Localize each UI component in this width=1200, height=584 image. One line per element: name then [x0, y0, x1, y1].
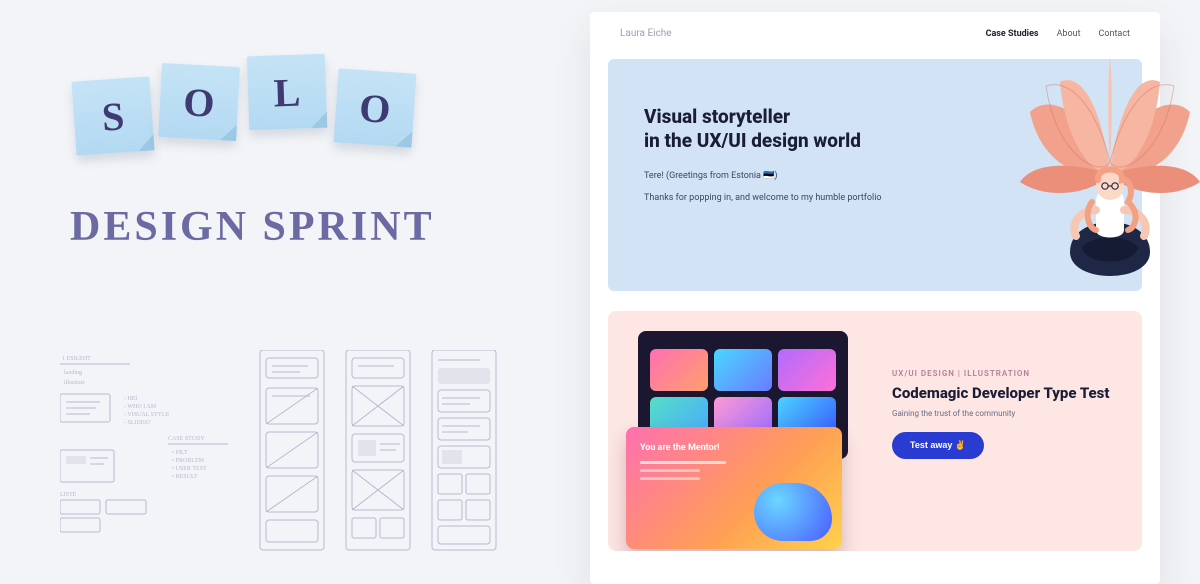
- nav-contact[interactable]: Contact: [1099, 29, 1130, 39]
- wireframe-sketches: 1 ESILEHT landing illustrate - HEl - WHO…: [60, 350, 520, 584]
- svg-text:- WHO I AM: - WHO I AM: [124, 404, 157, 410]
- svg-text:- SLIDES?: - SLIDES?: [124, 420, 151, 426]
- sticky-letter: L: [273, 68, 301, 116]
- avatar-tile: [650, 349, 708, 391]
- hero-title-line1: Visual storyteller: [644, 105, 790, 128]
- sticky-note-l: L: [247, 54, 328, 131]
- sticky-note-s: S: [72, 76, 155, 155]
- svg-text:landing: landing: [64, 370, 82, 376]
- brand-name[interactable]: Laura Eiche: [620, 28, 672, 39]
- design-sprint-title: Design Sprint: [70, 203, 540, 251]
- sticky-note-o2: O: [334, 68, 417, 147]
- svg-text:illustrate: illustrate: [64, 380, 85, 386]
- svg-text:- HEl: - HEl: [124, 396, 137, 402]
- sticky-note-row: S O L O: [70, 55, 540, 175]
- hero-section: Visual storyteller in the UX/UI design w…: [608, 59, 1142, 291]
- hero-welcome: Thanks for popping in, and welcome to my…: [644, 193, 1106, 203]
- nav-case-studies[interactable]: Case Studies: [986, 29, 1039, 39]
- hero-title-line2: in the UX/UI design world: [644, 129, 861, 152]
- nav: Case Studies About Contact: [986, 29, 1130, 39]
- topbar: Laura Eiche Case Studies About Contact: [590, 12, 1160, 39]
- solo-design-sprint-block: S O L O Design Sprint: [70, 55, 540, 251]
- portfolio-preview: Laura Eiche Case Studies About Contact V…: [590, 12, 1190, 584]
- case-study-text: UX/UI DESIGN | ILLUSTRATION Codemagic De…: [892, 335, 1118, 527]
- case-study-card[interactable]: You are the Mentor! UX/UI DESIGN | ILLUS…: [608, 311, 1142, 551]
- sticky-note-o1: O: [158, 63, 240, 141]
- svg-text:• USER TEST: • USER TEST: [172, 466, 207, 472]
- avatar-tile: [778, 349, 836, 391]
- case-title: Codemagic Developer Type Test: [892, 384, 1118, 403]
- inner-screenshot-result: You are the Mentor!: [626, 427, 842, 549]
- svg-text:• RESULT: • RESULT: [172, 474, 198, 480]
- sketch-label: 1 ESILEHT: [62, 356, 91, 362]
- avatar-tile: [714, 349, 772, 391]
- case-eyebrow: UX/UI DESIGN | ILLUSTRATION: [892, 369, 1118, 378]
- case-cta-button[interactable]: Test away ✌: [892, 432, 984, 459]
- nav-about[interactable]: About: [1057, 29, 1081, 39]
- svg-text:• PROBLEM: • PROBLEM: [172, 458, 205, 464]
- portfolio-page: Laura Eiche Case Studies About Contact V…: [590, 12, 1160, 584]
- case-study-visual: You are the Mentor!: [632, 335, 868, 527]
- svg-text:- VISUAL STYLE: - VISUAL STYLE: [124, 412, 170, 418]
- svg-text:LISTE: LISTE: [60, 492, 77, 498]
- sticky-letter: O: [358, 83, 392, 132]
- svg-text:• PILT: • PILT: [172, 450, 188, 456]
- hero-title: Visual storyteller in the UX/UI design w…: [644, 105, 1106, 153]
- svg-text:CASE STUDY: CASE STUDY: [168, 436, 206, 442]
- sticky-letter: O: [182, 78, 216, 127]
- character-blob-icon: [754, 483, 832, 541]
- case-tagline: Gaining the trust of the community: [892, 409, 1118, 418]
- hero-greeting: Tere! (Greetings from Estonia 🇪🇪): [644, 171, 1106, 181]
- sticky-letter: S: [100, 92, 125, 140]
- inner-headline: You are the Mentor!: [640, 443, 828, 453]
